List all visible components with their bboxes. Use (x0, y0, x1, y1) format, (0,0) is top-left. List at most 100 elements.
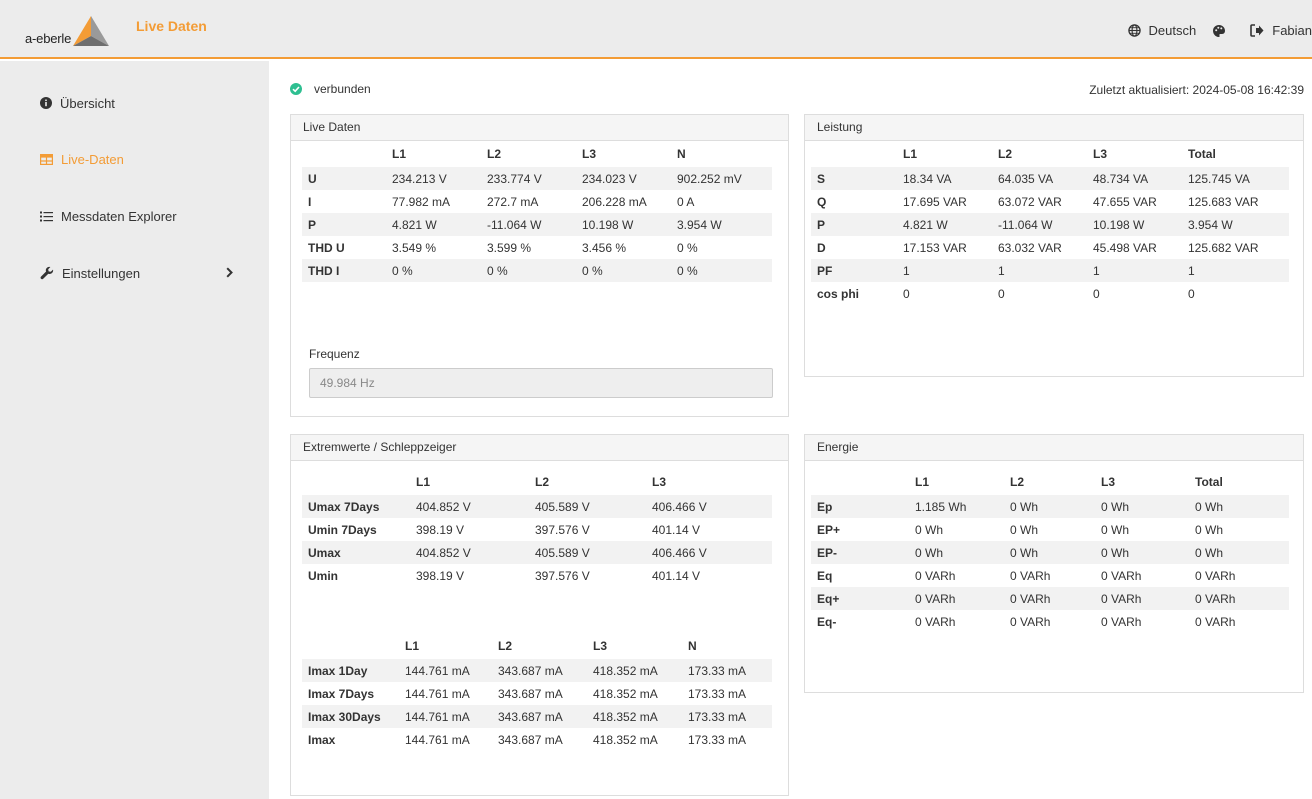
row-label: Imax 7Days (308, 686, 375, 701)
column-header: Total (1188, 147, 1216, 161)
a-eberle-logo[interactable]: a-eberle (25, 12, 111, 48)
table-cell: 234.023 V (582, 167, 677, 190)
row-label: EP- (811, 541, 915, 564)
globe-icon (1127, 24, 1141, 37)
table-cell: 4.821 W (392, 213, 487, 236)
table-cell: 0 % (677, 259, 772, 282)
column-header: L2 (1010, 475, 1025, 489)
current-extremes-table: L1 L2 L3 N Imax 1Day 144.761 mA 343.687 … (302, 635, 772, 751)
table-cell: 0 Wh (1101, 495, 1195, 518)
table-cell: 404.852 V (416, 541, 535, 564)
row-label: Eq+ (811, 587, 915, 610)
row-label: PF (811, 259, 903, 282)
column-header (811, 143, 903, 167)
table-row: P 4.821 W -11.064 W 10.198 W 3.954 W (302, 213, 772, 236)
palette-icon (1213, 24, 1226, 37)
table-icon (40, 153, 53, 165)
table-cell: 77.982 mA (392, 194, 451, 209)
sidebar-item-messdaten-explorer[interactable]: Messdaten Explorer (40, 206, 255, 226)
sidebar-item-uebersicht[interactable]: Übersicht (40, 93, 255, 113)
column-header: L1 (405, 639, 420, 653)
sidebar-item-einstellungen[interactable]: Einstellungen (40, 263, 255, 283)
table-cell: 125.745 VA (1188, 167, 1289, 190)
last-updated: Zuletzt aktualisiert: 2024-05-08 16:42:3… (1089, 83, 1304, 97)
column-header: N (688, 639, 697, 653)
row-label: P (302, 213, 392, 236)
row-label: Eq (817, 568, 833, 583)
column-header: L2 (487, 147, 502, 161)
table-cell: 398.19 V (416, 522, 465, 537)
table-cell: 404.852 V (416, 495, 535, 518)
table-cell: 343.687 mA (498, 659, 593, 682)
language-selector[interactable]: Deutsch (1127, 23, 1197, 38)
table-row: Eq- 0 VARh 0 VARh 0 VARh 0 VARh (811, 610, 1289, 633)
sidebar-item-label: Einstellungen (62, 265, 141, 281)
table-row: S 18.34 VA 64.035 VA 48.734 VA 125.745 V… (811, 167, 1289, 190)
table-cell: 418.352 mA (593, 705, 688, 728)
table-cell: 206.228 mA (582, 194, 647, 209)
language-label: Deutsch (1148, 23, 1197, 38)
voltage-extremes-table: L1 L2 L3 Umax 7Days 404.852 V 405.589 V … (302, 471, 772, 587)
table-cell: 401.14 V (652, 568, 701, 583)
row-label: U (302, 167, 392, 190)
table-row: Imax 30Days 144.761 mA 343.687 mA 418.35… (302, 705, 772, 728)
frequency-label: Frequenz (309, 347, 360, 361)
table-cell: 125.683 VAR (1188, 194, 1259, 209)
table-cell: 0 (1188, 286, 1195, 301)
row-label: Umax (302, 541, 416, 564)
table-cell: 0 VARh (1101, 587, 1195, 610)
sidebar: Übersicht Live-Daten Messdaten Explorer … (0, 61, 269, 799)
table-cell: 343.687 mA (498, 686, 563, 701)
table-row: Imax 7Days 144.761 mA 343.687 mA 418.352… (302, 682, 772, 705)
extremwerte-panel: Extremwerte / Schleppzeiger L1 L2 L3 Uma… (290, 434, 789, 796)
column-header: L3 (652, 475, 667, 489)
table-cell: 17.695 VAR (903, 194, 967, 209)
table-cell: 4.821 W (903, 213, 998, 236)
energie-table: L1 L2 L3 Total Ep 1.185 Wh 0 Wh 0 Wh 0 W… (811, 471, 1289, 633)
table-cell: 0 % (582, 259, 677, 282)
table-cell: -11.064 W (487, 213, 582, 236)
column-header: L1 (915, 475, 930, 489)
table-cell: 125.682 VAR (1188, 240, 1259, 255)
app-title: Live Daten (136, 18, 207, 34)
table-row: U 234.213 V 233.774 V 234.023 V 902.252 … (302, 167, 772, 190)
table-cell: 18.34 VA (903, 167, 998, 190)
table-cell: 0 % (677, 240, 698, 255)
table-cell: 173.33 mA (688, 732, 747, 747)
table-row: EP- 0 Wh 0 Wh 0 Wh 0 Wh (811, 541, 1289, 564)
table-cell: 397.576 V (535, 568, 590, 583)
table-cell: 63.072 VAR (998, 194, 1062, 209)
table-row: PF 1 1 1 1 (811, 259, 1289, 282)
leistung-panel: Leistung L1 L2 L3 Total S 18.34 VA 64.03… (804, 114, 1304, 377)
live-daten-table: L1 L2 L3 N U 234.213 V 233.774 V 234.023… (302, 143, 772, 282)
column-header: L1 (392, 147, 407, 161)
table-cell: 0 VARh (1195, 614, 1236, 629)
table-cell: 1 (998, 259, 1093, 282)
table-row: Umin 7Days 398.19 V 397.576 V 401.14 V (302, 518, 772, 541)
table-cell: 1 (1093, 259, 1188, 282)
table-cell: 17.153 VAR (903, 240, 967, 255)
table-cell: 234.213 V (392, 167, 487, 190)
table-cell: 418.352 mA (593, 732, 658, 747)
column-header: L2 (498, 639, 513, 653)
table-cell: 0 VARh (915, 568, 956, 583)
theme-button[interactable] (1212, 24, 1234, 38)
table-row: Imax 1Day 144.761 mA 343.687 mA 418.352 … (302, 659, 772, 682)
table-cell: 0 A (677, 194, 695, 209)
user-logout[interactable]: Fabian (1250, 23, 1312, 38)
row-label: Eq- (817, 614, 837, 629)
table-cell: 0 VARh (1195, 568, 1236, 583)
table-cell: 0 Wh (1101, 541, 1195, 564)
energie-panel: Energie L1 L2 L3 Total Ep 1.185 Wh 0 Wh … (804, 434, 1304, 693)
table-cell: 418.352 mA (593, 686, 658, 701)
sidebar-item-live-daten[interactable]: Live-Daten (40, 149, 255, 169)
table-cell: 0 Wh (1195, 495, 1289, 518)
column-header: L3 (1101, 475, 1116, 489)
table-cell: 406.466 V (652, 541, 772, 564)
table-cell: 63.032 VAR (998, 240, 1062, 255)
table-row: THD I 0 % 0 % 0 % 0 % (302, 259, 772, 282)
table-cell: 0 % (487, 259, 582, 282)
chevron-right-icon (226, 267, 233, 278)
check-circle-icon (290, 83, 302, 95)
table-cell: 0 Wh (915, 522, 944, 537)
